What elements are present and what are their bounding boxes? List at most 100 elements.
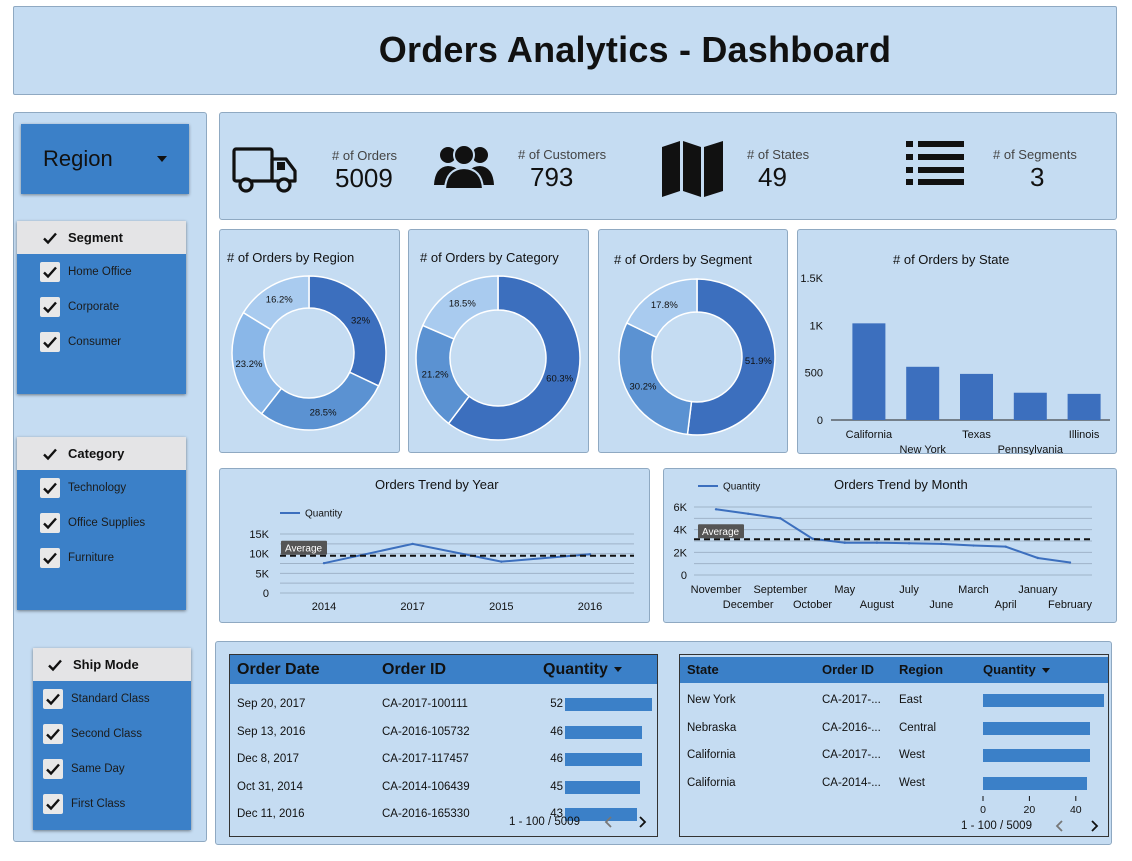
table-row[interactable]: California CA-2017-... West [680,742,1108,769]
quantity-point[interactable] [972,544,975,547]
column-header-state[interactable]: State [687,657,719,683]
region-cell: Central [899,721,937,734]
column-header-order-id[interactable]: Order ID [382,655,446,684]
segment-option-corporate[interactable]: Corporate [17,289,186,324]
quantity-point[interactable] [907,542,911,545]
bar[interactable] [1013,392,1047,420]
table-row[interactable]: California CA-2014-... West [680,770,1108,797]
ship-mode-filter: Ship Mode Standard Class Second Class Sa… [33,648,191,830]
x-tick-label: Pennsylvania [998,444,1064,455]
bar[interactable] [960,373,993,420]
quantity-point[interactable] [843,541,846,544]
order-id-cell: CA-2017-100111 [382,698,468,710]
quantity-point[interactable] [1004,545,1007,548]
y-tick-label: 0 [681,570,687,582]
ship-mode-option-same-day[interactable]: Same Day [33,751,191,786]
quantity-point[interactable] [875,541,879,544]
column-header-order-date[interactable]: Order Date [237,655,320,684]
y-tick-label: 4K [674,525,688,537]
quantity-series-line[interactable] [715,508,1071,564]
column-header-quantity-label: Quantity [543,661,608,678]
ship-mode-option-label: Same Day [71,762,125,775]
title-bar: Orders Analytics - Dashboard [13,6,1117,95]
quantity-point[interactable] [779,517,782,520]
ship-mode-filter-title: Ship Mode [73,657,139,672]
y-tick-label: 500 [805,368,823,380]
ship-mode-option-first-class[interactable]: First Class [33,786,191,821]
table-row[interactable]: Dec 8, 2017 CA-2017-117457 46 [230,746,657,773]
segment-option-consumer[interactable]: Consumer [17,324,186,359]
next-page-icon[interactable] [635,815,649,829]
ship-mode-option-second-class[interactable]: Second Class [33,716,191,751]
quantity-point[interactable] [714,508,718,511]
quantity-point[interactable] [322,561,326,565]
quantity-point[interactable] [811,537,814,540]
bar[interactable] [1067,393,1101,420]
quantity-bar [565,780,641,794]
order-id-cell: CA-2016-165330 [382,808,470,821]
quantity-point[interactable] [1068,561,1072,564]
y-tick-label: 6K [674,502,688,514]
table-row[interactable]: Dec 11, 2016 CA-2016-165330 43 [230,801,657,828]
kpi-orders: # of Orders 5009 [220,113,420,221]
ship-mode-filter-header[interactable]: Ship Mode [33,648,191,681]
table-row[interactable]: Sep 20, 2017 CA-2017-100111 52 [230,691,657,718]
table-row[interactable]: Nebraska CA-2016-... Central [680,715,1108,742]
y-tick-label: 15K [249,529,269,541]
region-cell: East [899,694,923,706]
order-id-cell: CA-2016-... [822,721,881,734]
y-tick-label: 0 [263,588,269,600]
x-tick-label: October [793,599,832,611]
category-option-furniture[interactable]: Furniture [17,540,186,575]
checkbox-check-icon [43,688,63,709]
x-tick-label: New York [899,444,946,455]
category-filter: Category Technology Office Supplies Furn… [17,437,186,610]
quantity-point[interactable] [500,560,503,563]
category-option-technology[interactable]: Technology [17,470,186,505]
prev-page-icon[interactable] [1053,819,1067,833]
map-icon [662,141,723,197]
quantity-point[interactable] [1036,556,1040,560]
category-slice-label: 60.3% [546,374,573,385]
page-title: Orders Analytics - Dashboard [378,29,892,70]
region-slice[interactable] [308,275,387,387]
category-filter-header[interactable]: Category [17,437,186,470]
ship-mode-option-standard-class[interactable]: Standard Class [33,681,191,716]
segment-slice[interactable] [618,321,693,436]
segment-filter-header[interactable]: Segment [17,221,186,254]
orders-trend-by-month-panel: Orders Trend by Month 0 2K 4K 6K Average Quan… [663,468,1117,623]
category-option-office-supplies[interactable]: Office Supplies [17,505,186,540]
table-row[interactable]: New York CA-2017-... East [680,687,1108,714]
quantity-point[interactable] [940,542,943,546]
table-row[interactable]: Oct 31, 2014 CA-2014-106439 45 [230,774,657,801]
checkbox-check-icon [40,296,60,317]
column-header-quantity[interactable]: Quantity [983,657,1050,683]
y-tick-label: 5K [256,568,270,580]
region-slice-label: 16.2% [266,295,293,306]
orders-by-state-bar-chart: 0 500 1K 1.5K California New York Texas Pennsyl… [800,273,1110,455]
kpi-segments-value: 3 [1030,162,1045,192]
region-dropdown[interactable]: Region [21,124,189,194]
sort-desc-icon [613,667,622,673]
legend-label: Quantity [305,509,342,520]
quantity-bar [983,694,1104,707]
orders-by-state-panel: # of Orders by State 0 500 1K 1.5K Californi… [797,229,1117,455]
order-date-cell: Oct 31, 2014 [237,780,303,793]
prev-page-icon[interactable] [602,815,616,829]
region-slice-label: 23.2% [235,359,262,370]
segment-option-home-office[interactable]: Home Office [17,254,186,289]
quantity-point[interactable] [746,512,750,515]
column-header-region[interactable]: Region [899,657,943,683]
region-slice[interactable] [260,371,380,431]
bar[interactable] [906,366,940,420]
column-header-order-id[interactable]: Order ID [822,657,874,683]
region-cell: West [899,776,925,789]
table-row[interactable]: Sep 13, 2016 CA-2016-105732 46 [230,719,657,746]
axis-tick-label: 20 [1024,804,1036,816]
column-header-quantity[interactable]: Quantity [543,655,622,684]
kpi-segments: # of Segments 3 [900,113,1116,221]
quantity-point[interactable] [411,542,414,546]
next-page-icon[interactable] [1087,819,1101,833]
bar[interactable] [852,323,886,420]
checkbox-check-icon [40,444,60,464]
